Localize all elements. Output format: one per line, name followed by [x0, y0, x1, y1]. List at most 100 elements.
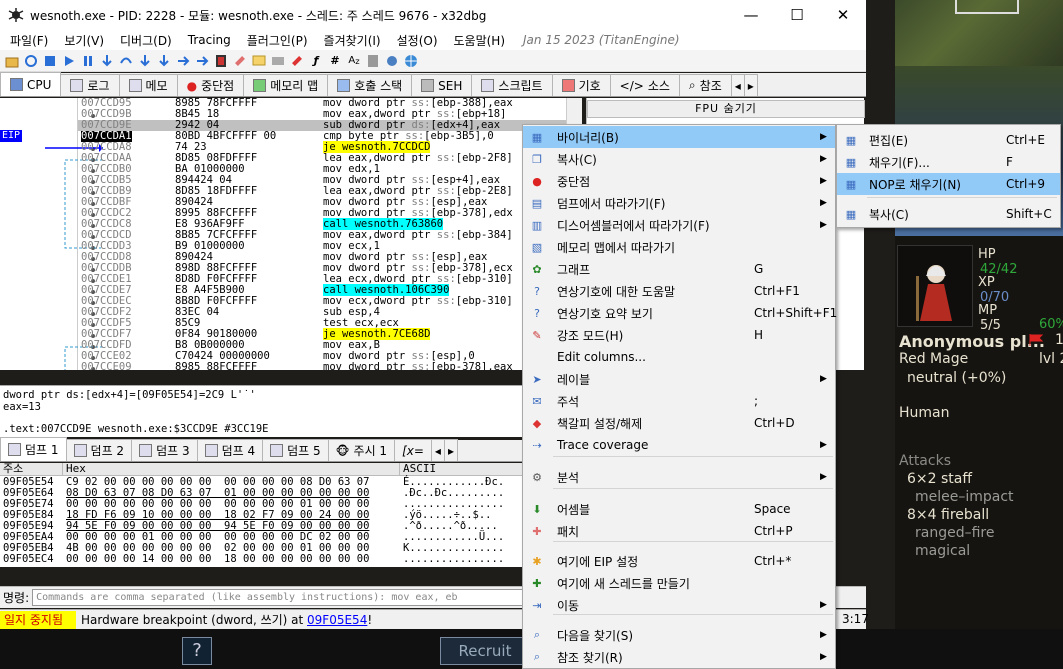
tab-dump-5[interactable]: 덤프 5 [262, 439, 329, 461]
menu-view[interactable]: 보기(V) [56, 32, 112, 49]
trace-into-icon[interactable] [137, 53, 153, 69]
context-item-14[interactable]: ◆ 책갈피 설정/해제 Ctrl+D [523, 412, 835, 434]
context-item-13[interactable]: ✉ 주석; [523, 390, 835, 412]
run-to-user-code-icon[interactable] [194, 53, 210, 69]
step-into-icon[interactable] [99, 53, 115, 69]
disassembly-view[interactable]: EIP 007CCD95 8985 78FCFFFF mov dword ptr s… [0, 98, 582, 370]
trace-over-icon[interactable] [156, 53, 172, 69]
tab-dump-2[interactable]: 덤프 2 [65, 439, 133, 461]
menu-file[interactable]: 파일(F) [2, 32, 56, 49]
context-item-16[interactable]: ⚙ 분석 ▶ [523, 466, 835, 488]
tabs-scroll-left[interactable]: ◂ [730, 74, 745, 96]
tab-symbols[interactable]: 기호 [551, 74, 611, 96]
context-item-10[interactable]: ✎ 강조 모드(H) H [523, 324, 835, 346]
open-icon[interactable] [4, 53, 20, 69]
minimize-button[interactable]: — [728, 0, 774, 30]
context-item-2[interactable]: ❐ 복사(C) ▶ [523, 148, 835, 170]
fpu-toggle-button[interactable]: FPU 숨기기 [587, 100, 865, 118]
pause-icon[interactable] [80, 53, 96, 69]
submenu-item-4[interactable]: ▦ 복사(C) Shift+C [837, 203, 1060, 225]
hash-icon[interactable]: # [327, 53, 343, 69]
context-item-9[interactable]: ? 연상기호 요약 보기 Ctrl+Shift+F1 [523, 302, 837, 324]
dump-view[interactable]: 주소 Hex ASCII 09F05E54 C9 02 00 00 00 00 0… [0, 463, 525, 567]
context-item-5[interactable]: ▥ 디스어셈블러에서 따라가기(F) ▶ [523, 214, 835, 236]
close-button[interactable]: ✕ [820, 0, 866, 30]
context-item-label: Edit columns... [557, 350, 646, 364]
dump-row[interactable]: 09F05EC4 00 00 00 00 14 00 00 00 18 00 00… [0, 554, 525, 565]
context-item-15[interactable]: ⇢ Trace coverage ▶ [523, 434, 835, 456]
highlight-icon: ✎ [532, 328, 542, 342]
tab-script[interactable]: 스크립트 [471, 74, 553, 96]
submenu-item-1[interactable]: ▦ 편집(E) Ctrl+E [837, 129, 1060, 151]
menu-tracing[interactable]: Tracing [180, 33, 239, 47]
patch-icon[interactable] [232, 53, 248, 69]
hp-label: HP [978, 247, 996, 262]
scylla-icon[interactable] [213, 53, 229, 69]
dump-ascii: ................ [403, 553, 505, 565]
restart-icon[interactable] [23, 53, 39, 69]
context-item-8[interactable]: ? 연상기호에 대한 도움말 Ctrl+F1 [523, 280, 835, 302]
tab-dump-3[interactable]: 덤프 3 [131, 439, 198, 461]
comment-icon[interactable] [251, 53, 267, 69]
context-item-11[interactable]: Edit columns... [523, 346, 835, 368]
tab-source[interactable]: </> 소스 [609, 74, 680, 96]
context-item-4[interactable]: ▤ 덤프에서 따라가기(F) ▶ [523, 192, 835, 214]
dump-tabs-right[interactable]: ▸ [443, 439, 458, 461]
context-item-3[interactable]: ● 중단점 ▶ [523, 170, 835, 192]
window-title: wesnoth.exe - PID: 2228 - 모듈: wesnoth.ex… [30, 8, 487, 23]
disasm-row[interactable]: 007CCE09 8985 88FCFFFF mov dword ptr ss:[e… [78, 362, 582, 371]
log-icon [70, 79, 84, 92]
context-item-12[interactable]: ➤ 레이블 ▶ [523, 368, 835, 390]
context-item-18[interactable]: ✚ 패치 Ctrl+P [523, 520, 835, 542]
step-over-icon[interactable] [118, 53, 134, 69]
chevron-right-icon: ▶ [820, 440, 827, 450]
globe-icon[interactable] [403, 53, 419, 69]
context-item-1[interactable]: ▦ 바이너리(B) ▶ [523, 126, 835, 148]
calculator-icon[interactable] [365, 53, 381, 69]
tab-seh[interactable]: SEH [411, 74, 473, 96]
menu-help[interactable]: 도움말(H) [446, 32, 514, 49]
menu-debug[interactable]: 디버그(D) [112, 32, 180, 49]
menu-favourites[interactable]: 즐겨찾기(I) [316, 32, 389, 49]
tab-references[interactable]: ⌕ 참조 [678, 74, 732, 96]
tab-log[interactable]: 로그 [60, 74, 120, 96]
menu-options[interactable]: 설정(O) [389, 32, 446, 49]
binary-submenu: ▦ 편집(E) Ctrl+E ▦ 채우기(F)... F ▦ NOP로 채우기(N) Ctrl+… [836, 124, 1061, 228]
context-item-20[interactable]: ✚ 여기에 새 스레드를 만들기 [523, 572, 835, 594]
context-item-23[interactable]: ⌕ 참조 찾기(R) ▶ [523, 646, 835, 668]
close-debuggee-icon[interactable] [42, 53, 58, 69]
tab-dump-4[interactable]: 덤프 4 [196, 439, 264, 461]
maximize-button[interactable]: ☐ [774, 0, 820, 30]
breakpoint-address-link[interactable]: 09F05E54 [307, 613, 367, 627]
context-item-17[interactable]: ⬇ 어셈블 Space [523, 498, 835, 520]
context-item-21[interactable]: ⇥ 이동 ▶ [523, 594, 835, 616]
tab-cpu[interactable]: CPU [0, 72, 62, 96]
tab-locals[interactable]: [x= [394, 439, 432, 461]
recruit-button[interactable]: Recruit [440, 637, 530, 665]
font-icon[interactable]: Az [346, 53, 362, 69]
execute-till-return-icon[interactable] [175, 53, 191, 69]
python-icon[interactable] [384, 53, 400, 69]
function-icon[interactable]: ƒ [308, 53, 324, 69]
menu-plugins[interactable]: 플러그인(P) [239, 32, 316, 49]
bookmark-icon[interactable] [289, 53, 305, 69]
dump-follow-icon: ▤ [531, 196, 543, 210]
tabs-scroll-right[interactable]: ▸ [743, 74, 758, 96]
context-item-22[interactable]: ⌕ 다음을 찾기(S) ▶ [523, 624, 835, 646]
tab-watch-1[interactable]: 🐵 주시 1 [327, 439, 396, 461]
run-icon[interactable] [61, 53, 77, 69]
label-icon[interactable] [270, 53, 286, 69]
tab-notes[interactable]: 메모 [118, 74, 178, 96]
copy-icon: ❐ [532, 152, 542, 166]
context-item-7[interactable]: ✿ 그래프 G [523, 258, 835, 280]
tab-dump-1[interactable]: 덤프 1 [0, 437, 67, 461]
submenu-item-3[interactable]: ▦ NOP로 채우기(N) Ctrl+9 [837, 173, 1060, 195]
submenu-item-2[interactable]: ▦ 채우기(F)... F [837, 151, 1060, 173]
help-button[interactable]: ? [182, 637, 212, 665]
tab-breakpoints[interactable]: ● 중단점 [176, 74, 245, 96]
dump-tabs-left[interactable]: ◂ [430, 439, 445, 461]
context-item-6[interactable]: ▧ 메모리 맵에서 따라가기 [523, 236, 835, 258]
tab-memory-map[interactable]: 메모리 맵 [243, 74, 329, 96]
context-item-19[interactable]: ✱ 여기에 EIP 설정 Ctrl+* [523, 550, 835, 572]
tab-call-stack[interactable]: 호출 스택 [327, 74, 413, 96]
